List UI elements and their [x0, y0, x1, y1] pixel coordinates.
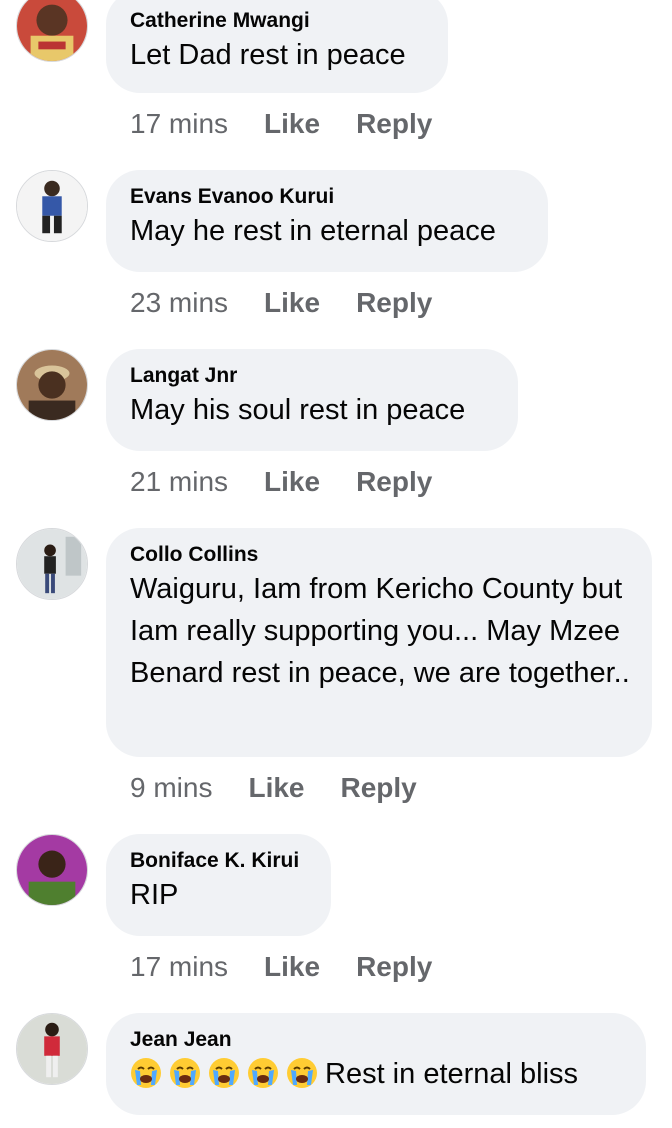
comment-bubble: Jean Jean Rest in eternal bliss [106, 1013, 646, 1115]
comment-bubble: Langat Jnr May his soul rest in peace [106, 349, 518, 451]
comment-author[interactable]: Langat Jnr [130, 363, 494, 389]
comment-text: May his soul rest in peace [130, 394, 466, 426]
comment-author[interactable]: Collo Collins [130, 542, 632, 568]
crying-face-icon [208, 1057, 240, 1089]
comment-time[interactable]: 17 mins [130, 951, 228, 983]
avatar[interactable] [16, 1013, 88, 1085]
avatar[interactable] [16, 349, 88, 421]
comment-text: May he rest in eternal peace [130, 215, 496, 247]
crying-face-icon [247, 1057, 279, 1089]
comment-time[interactable]: 21 mins [130, 466, 228, 498]
comment-text: Rest in eternal bliss [130, 1053, 622, 1095]
crying-face-icon [130, 1057, 162, 1089]
avatar[interactable] [16, 0, 88, 62]
avatar[interactable] [16, 170, 88, 242]
like-button[interactable]: Like [264, 951, 320, 983]
reply-button[interactable]: Reply [356, 951, 432, 983]
crying-face-icon [169, 1057, 201, 1089]
like-button[interactable]: Like [264, 287, 320, 319]
avatar[interactable] [16, 834, 88, 906]
comment-meta: 17 mins Like Reply [130, 108, 468, 140]
comment-meta: 9 mins Like Reply [130, 772, 453, 804]
reply-button[interactable]: Reply [356, 466, 432, 498]
comment-author[interactable]: Catherine Mwangi [130, 8, 424, 34]
comment-bubble: Boniface K. Kirui RIP [106, 834, 331, 936]
comment-time[interactable]: 17 mins [130, 108, 228, 140]
like-button[interactable]: Like [264, 466, 320, 498]
comment-author[interactable]: Evans Evanoo Kurui [130, 184, 524, 210]
comment-time[interactable]: 23 mins [130, 287, 228, 319]
comment-bubble: Catherine Mwangi Let Dad rest in peace [106, 0, 448, 93]
comment-text: RIP [130, 879, 179, 911]
comment-meta: 23 mins Like Reply [130, 287, 468, 319]
like-button[interactable]: Like [248, 772, 304, 804]
reply-button[interactable]: Reply [356, 287, 432, 319]
comment-time[interactable]: 9 mins [130, 772, 212, 804]
comment-meta: 21 mins Like Reply [130, 466, 468, 498]
reply-button[interactable]: Reply [341, 772, 417, 804]
avatar[interactable] [16, 528, 88, 600]
comment-text: Let Dad rest in peace [130, 39, 406, 71]
reply-button[interactable]: Reply [356, 108, 432, 140]
crying-face-icon [286, 1057, 318, 1089]
comment-meta: 17 mins Like Reply [130, 951, 468, 983]
comment-text: Waiguru, Iam from Kericho County but Iam… [130, 573, 630, 689]
comment-bubble: Collo Collins Waiguru, Iam from Kericho … [106, 528, 652, 757]
like-button[interactable]: Like [264, 108, 320, 140]
comment-author[interactable]: Jean Jean [130, 1027, 622, 1053]
comment-text-body: Rest in eternal bliss [325, 1058, 579, 1090]
comment-bubble: Evans Evanoo Kurui May he rest in eterna… [106, 170, 548, 272]
comment-author[interactable]: Boniface K. Kirui [130, 848, 307, 874]
